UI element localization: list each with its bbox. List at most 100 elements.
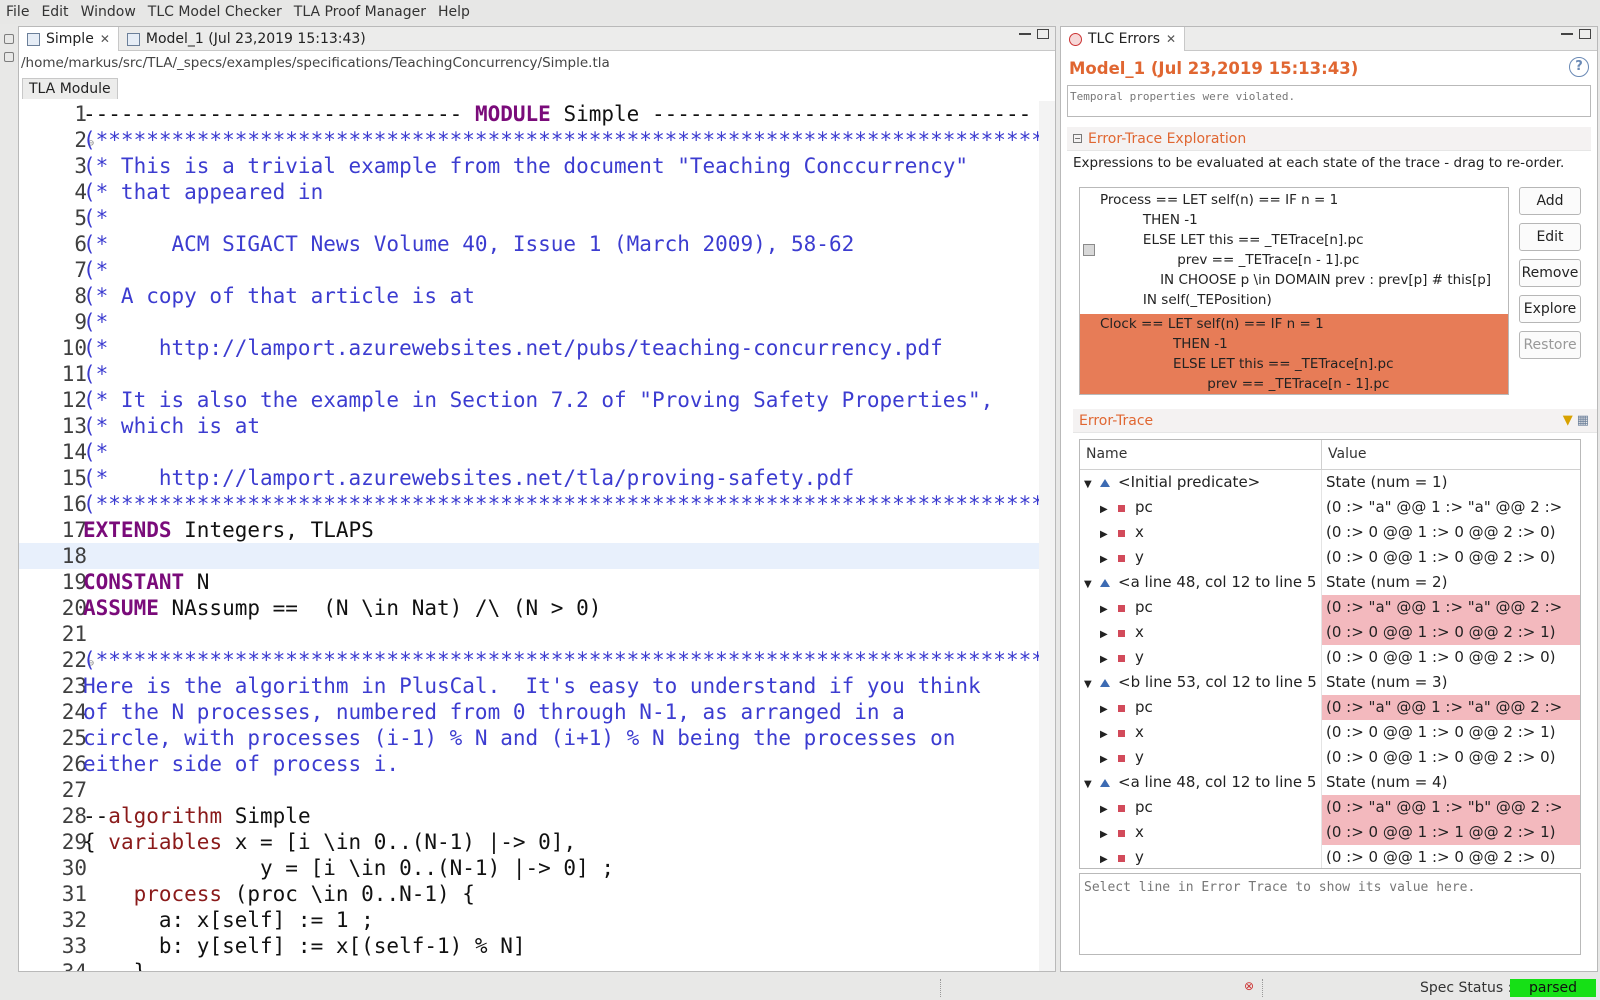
help-icon[interactable]: ?	[1569, 57, 1589, 77]
expression-process[interactable]: Process == LET self(n) == IF n = 1 THEN …	[1100, 190, 1491, 310]
error-trace-table[interactable]: Name Value ▼ <Initial predicate> State (nu…	[1079, 439, 1581, 869]
trace-variable-row[interactable]: ▶ pc (0 :> "a" @@ 1 :> "a" @@ 2 :>	[1080, 595, 1580, 622]
outline-icon[interactable]	[4, 52, 14, 62]
code-line[interactable]: 24 of the N processes, numbered from 0 th…	[19, 699, 1039, 725]
code-line[interactable]: 3 (* This is a trivial example from the d…	[19, 153, 1039, 179]
collapsed-arrow-icon[interactable]: ▶	[1100, 847, 1112, 868]
code-line[interactable]: 22 ⊖ (************************************…	[19, 647, 1039, 673]
close-icon[interactable]: ✕	[100, 32, 110, 46]
error-trace-exploration-header[interactable]: − Error-Trace Exploration	[1067, 127, 1591, 151]
expanded-arrow-icon[interactable]: ▼	[1084, 772, 1096, 797]
column-name[interactable]: Name	[1080, 440, 1322, 469]
trace-variable-row[interactable]: ▶ x (0 :> 0 @@ 1 :> 0 @@ 2 :> 1)	[1080, 720, 1580, 747]
code-line[interactable]: 34 }	[19, 959, 1039, 971]
code-line[interactable]: 12 (* It is also the example in Section 7…	[19, 387, 1039, 413]
code-line[interactable]: 29{ variables x = [i \in 0..(N-1) |-> 0]…	[19, 829, 1039, 855]
minimize-icon[interactable]	[1561, 32, 1573, 35]
remove-button[interactable]: Remove	[1519, 259, 1581, 287]
code-line[interactable]: 5 (*	[19, 205, 1039, 231]
code-line[interactable]: 9 (*	[19, 309, 1039, 335]
collapsed-arrow-icon[interactable]: ▶	[1100, 622, 1112, 647]
code-line[interactable]: 26 either side of process i.	[19, 751, 1039, 777]
collapsed-arrow-icon[interactable]: ▶	[1100, 647, 1112, 672]
expanded-arrow-icon[interactable]: ▼	[1084, 572, 1096, 597]
code-line[interactable]: 33 b: y[self] := x[(self-1) % N]	[19, 933, 1039, 959]
trace-state-row[interactable]: ▼ <a line 48, col 12 to line 5 State (num …	[1080, 570, 1580, 597]
code-line[interactable]: 20 ASSUME NAssump == (N \in Nat) /\ (N > …	[19, 595, 1039, 621]
code-editor[interactable]: 1 ------------------------------ MODULE S…	[19, 101, 1039, 971]
tab-tlc-errors[interactable]: TLC Errors ✕	[1061, 27, 1186, 51]
menu-file[interactable]: File	[0, 4, 35, 20]
trace-variable-row[interactable]: ▶ pc (0 :> "a" @@ 1 :> "a" @@ 2 :>	[1080, 495, 1580, 522]
code-line[interactable]: 21	[19, 621, 1039, 647]
code-line[interactable]: 31 process (proc \in 0..N-1) {	[19, 881, 1039, 907]
collapsed-arrow-icon[interactable]: ▶	[1100, 547, 1112, 572]
code-line[interactable]: 32 a: x[self] := 1 ;	[19, 907, 1039, 933]
code-line[interactable]: 25 circle, with processes (i-1) % N and (…	[19, 725, 1039, 751]
collapsed-arrow-icon[interactable]: ▶	[1100, 497, 1112, 522]
expanded-arrow-icon[interactable]: ▼	[1084, 472, 1096, 497]
code-line[interactable]: 16 (*************************************…	[19, 491, 1039, 517]
column-value[interactable]: Value	[1322, 440, 1372, 469]
collapsed-arrow-icon[interactable]: ▶	[1100, 722, 1112, 747]
code-line[interactable]: 17 EXTENDS Integers, TLAPS	[19, 517, 1039, 543]
restore-icon[interactable]	[4, 34, 14, 44]
trace-state-row[interactable]: ▼ <Initial predicate> State (num = 1)	[1080, 470, 1580, 497]
expression-clock[interactable]: Clock == LET self(n) == IF n = 1 THEN -1…	[1100, 314, 1394, 394]
maximize-icon[interactable]	[1579, 29, 1591, 39]
tab-tla-module[interactable]: TLA Module	[22, 78, 118, 99]
menu-tla-proof-manager[interactable]: TLA Proof Manager	[288, 4, 432, 20]
trace-variable-row[interactable]: ▶ x (0 :> 0 @@ 1 :> 0 @@ 2 :> 1)	[1080, 620, 1580, 647]
trace-variable-row[interactable]: ▶ y (0 :> 0 @@ 1 :> 0 @@ 2 :> 0)	[1080, 645, 1580, 672]
collapse-icon[interactable]: −	[1073, 134, 1082, 143]
collapsed-arrow-icon[interactable]: ▶	[1100, 797, 1112, 822]
code-line[interactable]: 18	[19, 543, 1039, 569]
code-line[interactable]: 1 ------------------------------ MODULE S…	[19, 101, 1039, 127]
expression-list[interactable]: Process == LET self(n) == IF n = 1 THEN …	[1079, 187, 1509, 395]
menu-help[interactable]: Help	[432, 4, 476, 20]
tab-model[interactable]: Model_1 (Jul 23,2019 15:13:43)	[119, 27, 374, 51]
code-line[interactable]: 28 --algorithm Simple	[19, 803, 1039, 829]
maximize-icon[interactable]	[1037, 29, 1049, 39]
minimize-icon[interactable]	[1019, 32, 1031, 35]
code-line[interactable]: 2 ⊖ (*************************************…	[19, 127, 1039, 153]
trace-variable-row[interactable]: ▶ x (0 :> 0 @@ 1 :> 0 @@ 2 :> 0)	[1080, 520, 1580, 547]
trace-variable-row[interactable]: ▶ y (0 :> 0 @@ 1 :> 0 @@ 2 :> 0)	[1080, 745, 1580, 772]
code-line[interactable]: 15 (* http://lamport.azurewebsites.net/tl…	[19, 465, 1039, 491]
code-line[interactable]: 8 (* A copy of that article is at	[19, 283, 1039, 309]
collapsed-arrow-icon[interactable]: ▶	[1100, 697, 1112, 722]
collapsed-arrow-icon[interactable]: ▶	[1100, 597, 1112, 622]
edit-button[interactable]: Edit	[1519, 223, 1581, 251]
expanded-arrow-icon[interactable]: ▼	[1084, 672, 1096, 697]
collapsed-arrow-icon[interactable]: ▶	[1100, 747, 1112, 772]
trace-state-row[interactable]: ▼ <a line 48, col 12 to line 5 State (num …	[1080, 770, 1580, 797]
trace-state-row[interactable]: ▼ <b line 53, col 12 to line 5 State (num …	[1080, 670, 1580, 697]
code-line[interactable]: 11 (*	[19, 361, 1039, 387]
code-line[interactable]: 30 y = [i \in 0..(N-1) |-> 0] ;	[19, 855, 1039, 881]
trace-variable-row[interactable]: ▶ pc (0 :> "a" @@ 1 :> "b" @@ 2 :>	[1080, 795, 1580, 822]
menu-edit[interactable]: Edit	[35, 4, 74, 20]
trace-variable-row[interactable]: ▶ x (0 :> 0 @@ 1 :> 1 @@ 2 :> 1)	[1080, 820, 1580, 847]
toggle-icon[interactable]: ▦	[1577, 413, 1589, 428]
code-line[interactable]: 10 (* http://lamport.azurewebsites.net/pu…	[19, 335, 1039, 361]
code-line[interactable]: 23 Here is the algorithm in PlusCal. It's…	[19, 673, 1039, 699]
menu-tlc-model-checker[interactable]: TLC Model Checker	[142, 4, 288, 20]
code-line[interactable]: 27	[19, 777, 1039, 803]
trace-variable-row[interactable]: ▶ pc (0 :> "a" @@ 1 :> "a" @@ 2 :>	[1080, 695, 1580, 722]
collapsed-arrow-icon[interactable]: ▶	[1100, 522, 1112, 547]
code-line[interactable]: 4 (* that appeared in	[19, 179, 1039, 205]
code-line[interactable]: 7 (*	[19, 257, 1039, 283]
tab-simple[interactable]: Simple ✕	[19, 27, 119, 51]
code-line[interactable]: 6 (* ACM SIGACT News Volume 40, Issue 1 (…	[19, 231, 1039, 257]
filter-icon[interactable]: ▼	[1563, 413, 1573, 428]
close-icon[interactable]: ✕	[1166, 32, 1176, 46]
trace-variable-row[interactable]: ▶ y (0 :> 0 @@ 1 :> 0 @@ 2 :> 0)	[1080, 545, 1580, 572]
code-line[interactable]: 14 (*	[19, 439, 1039, 465]
collapsed-arrow-icon[interactable]: ▶	[1100, 822, 1112, 847]
expression-checkbox[interactable]	[1083, 244, 1095, 256]
status-error-icon[interactable]: ⊗	[1244, 979, 1254, 993]
menu-window[interactable]: Window	[75, 4, 142, 20]
explore-button[interactable]: Explore	[1519, 295, 1581, 323]
restore-button[interactable]: Restore	[1519, 331, 1581, 359]
add-button[interactable]: Add	[1519, 187, 1581, 215]
